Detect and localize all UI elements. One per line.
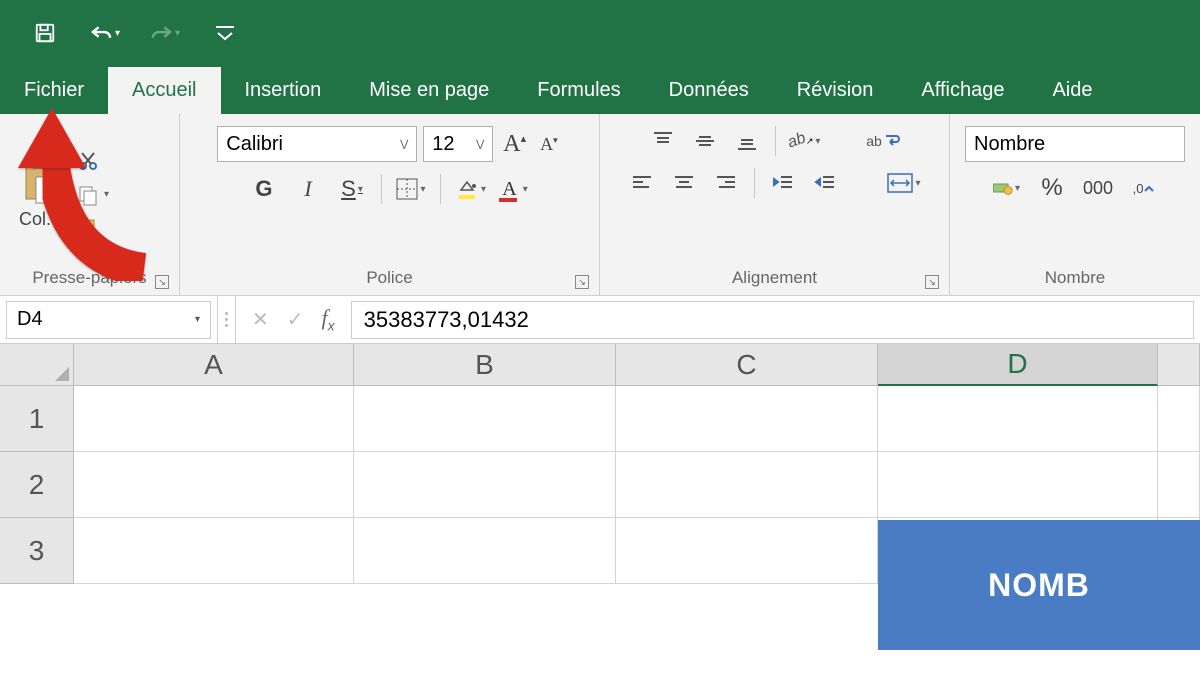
row-header-2[interactable]: 2 [0,452,74,518]
align-middle-icon[interactable] [691,127,719,155]
borders-icon[interactable]: ▾ [396,174,426,204]
font-name-value: Calibri [226,133,283,156]
cell-a2[interactable] [74,452,354,518]
number-format-combo[interactable]: Nombre [965,126,1185,162]
tab-donnees[interactable]: Données [645,67,773,114]
cell-e2[interactable] [1158,452,1200,518]
cell-d1[interactable] [878,386,1158,452]
align-bottom-icon[interactable] [733,127,761,155]
cell-b2[interactable] [354,452,616,518]
col-header-next[interactable] [1158,344,1200,386]
wrap-text-icon[interactable]: ab [866,127,900,155]
cell-c3[interactable] [616,518,878,584]
chevron-down-icon: ▾ [195,314,200,325]
alignment-dialog-launcher[interactable]: ↘ [925,275,939,289]
tab-mise-en-page[interactable]: Mise en page [345,67,513,114]
group-font: Calibri ⋁ 12 ⋁ A▴ A▾ G I S▾ ▾ [180,114,600,295]
group-alignment: ab↗▾ ab ▾ Ali [600,114,950,295]
format-painter-icon[interactable] [76,217,109,241]
font-color-icon[interactable]: A ▾ [500,174,530,204]
font-dialog-launcher[interactable]: ↘ [575,275,589,289]
cell-c1[interactable] [616,386,878,452]
fill-color-icon[interactable]: ▾ [455,174,486,204]
tab-affichage[interactable]: Affichage [897,67,1028,114]
group-clipboard: Col... ▾ Presse-papiers ↘ [0,114,180,295]
select-all-corner[interactable] [0,344,74,386]
quick-access-toolbar: ▾ ▾ [0,0,1200,66]
cut-icon[interactable] [76,149,109,173]
overlay-banner-text: NOMB [988,567,1090,604]
underline-button[interactable]: S▾ [337,174,367,204]
increase-indent-icon[interactable] [811,169,839,197]
font-size-value: 12 [432,133,454,156]
row-header-3[interactable]: 3 [0,518,74,584]
percent-format-icon[interactable]: % [1038,174,1066,202]
expand-handle[interactable] [218,296,236,343]
ribbon-tabs: Fichier Accueil Insertion Mise en page F… [0,66,1200,114]
formula-value: 35383773,01432 [364,307,529,333]
cell-a1[interactable] [74,386,354,452]
copy-icon[interactable]: ▾ [76,183,109,207]
font-group-label: Police [366,268,412,288]
merge-center-icon[interactable]: ▾ [887,169,920,197]
insert-function-icon[interactable]: fx [322,305,335,333]
italic-button[interactable]: I [293,174,323,204]
cell-a3[interactable] [74,518,354,584]
cell-d2[interactable] [878,452,1158,518]
align-top-icon[interactable] [649,127,677,155]
cell-b3[interactable] [354,518,616,584]
tab-revision[interactable]: Révision [773,67,898,114]
name-box-value: D4 [17,308,43,331]
cell-c2[interactable] [616,452,878,518]
align-right-icon[interactable] [712,169,740,197]
cell-e1[interactable] [1158,386,1200,452]
number-format-value: Nombre [974,133,1045,156]
tab-fichier[interactable]: Fichier [0,67,108,114]
increase-font-icon[interactable]: A▴ [499,129,530,160]
formula-bar: D4 ▾ ✕ ✓ fx 35383773,01432 [0,296,1200,344]
cancel-formula-icon[interactable]: ✕ [252,307,269,332]
redo-icon: ▾ [150,18,180,48]
save-icon[interactable] [30,18,60,48]
align-center-icon[interactable] [670,169,698,197]
col-header-b[interactable]: B [354,344,616,386]
overlay-banner: NOMB [878,520,1200,650]
clipboard-group-label: Presse-papiers [32,268,146,288]
number-group-label: Nombre [1045,268,1105,288]
font-size-combo[interactable]: 12 ⋁ [423,126,493,162]
tab-insertion[interactable]: Insertion [221,67,346,114]
col-header-c[interactable]: C [616,344,878,386]
paste-button[interactable]: Col... [10,153,70,230]
comma-format-icon[interactable]: 000 [1084,174,1112,202]
tab-accueil[interactable]: Accueil [108,67,220,114]
undo-icon[interactable]: ▾ [90,18,120,48]
name-box[interactable]: D4 ▾ [0,296,218,343]
increase-decimal-icon[interactable]: ,0 [1130,174,1158,202]
chevron-down-icon: ⋁ [476,139,484,150]
align-left-icon[interactable] [628,169,656,197]
accounting-format-icon[interactable]: ▾ [992,174,1020,202]
clipboard-dialog-launcher[interactable]: ↘ [155,275,169,289]
tab-formules[interactable]: Formules [513,67,644,114]
decrease-font-icon[interactable]: A▾ [536,132,562,157]
row-header-1[interactable]: 1 [0,386,74,452]
enter-formula-icon[interactable]: ✓ [287,307,304,332]
font-name-combo[interactable]: Calibri ⋁ [217,126,417,162]
tab-aide[interactable]: Aide [1028,67,1116,114]
bold-button[interactable]: G [249,174,279,204]
cell-b1[interactable] [354,386,616,452]
col-header-d[interactable]: D [878,344,1158,386]
decrease-indent-icon[interactable] [769,169,797,197]
group-number: Nombre ▾ % 000 ,0 Nombre [950,114,1200,295]
alignment-group-label: Alignement [732,268,817,288]
customize-qat-icon[interactable] [210,18,240,48]
col-header-a[interactable]: A [74,344,354,386]
paste-label: Col... [19,209,61,230]
ribbon: Col... ▾ Presse-papiers ↘ [0,114,1200,296]
chevron-down-icon: ⋁ [400,139,408,150]
formula-input[interactable]: 35383773,01432 [351,301,1194,339]
orientation-icon[interactable]: ab↗▾ [790,127,818,155]
